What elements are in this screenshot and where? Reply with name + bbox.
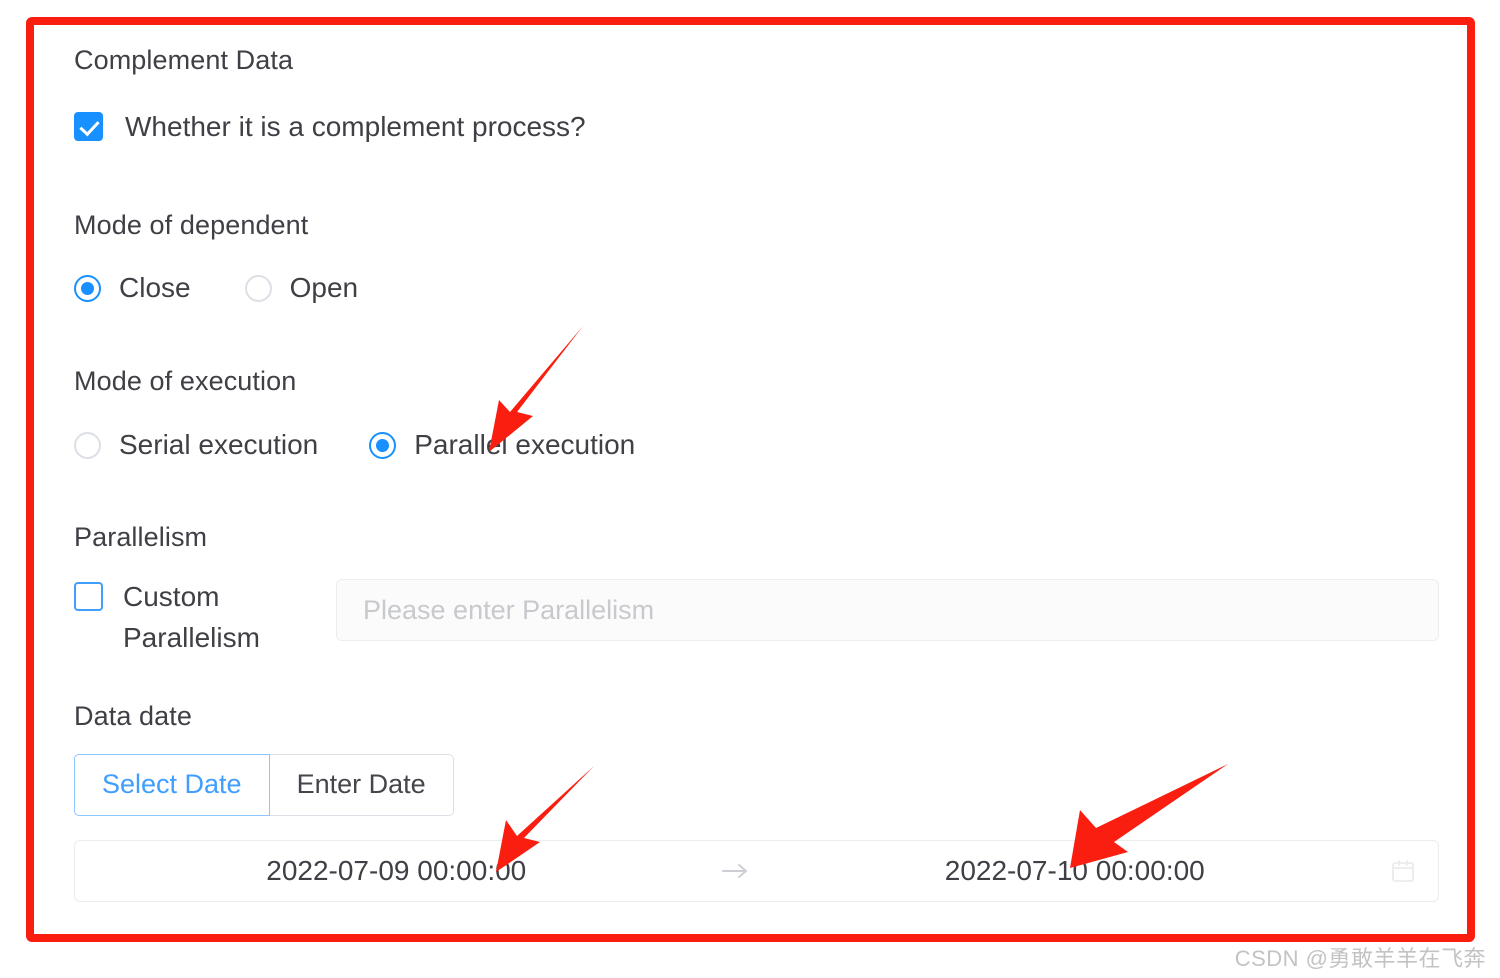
complement-process-label: Whether it is a complement process?	[125, 111, 586, 142]
parallelism-label: Parallelism	[74, 522, 208, 553]
tab-enter-date[interactable]: Enter Date	[269, 753, 454, 816]
date-range-start-value[interactable]: 2022-07-09 00:00:00	[85, 855, 708, 887]
page-title: Complement Data	[74, 45, 294, 75]
radio-dependent-open[interactable]: Open	[244, 272, 359, 304]
date-range-separator-icon	[708, 862, 764, 880]
radio-serial-execution[interactable]: Serial execution	[74, 429, 318, 461]
parallelism-input-placeholder: Please enter Parallelism	[363, 594, 655, 625]
complement-data-panel: Complement Data Whether it is a compleme…	[34, 25, 1467, 934]
screenshot-root: Complement Data Whether it is a compleme…	[0, 0, 1500, 978]
watermark: CSDN @勇敢羊羊在飞奔	[1234, 946, 1486, 971]
mode-of-execution-radio-group[interactable]: Serial execution Parallel execution	[74, 429, 1439, 461]
radio-label-parallel-execution: Parallel execution	[414, 429, 636, 461]
date-range-picker[interactable]: 2022-07-09 00:00:00 2022-07-10 00:00:00	[74, 839, 1439, 902]
radio-parallel-execution[interactable]: Parallel execution	[369, 429, 635, 461]
radio-dot-parallel-execution[interactable]	[369, 431, 397, 459]
parallelism-row: Custom Parallelism Please enter Parallel…	[74, 577, 1439, 658]
data-date-label: Data date	[74, 700, 192, 731]
radio-dot-serial-execution[interactable]	[74, 431, 101, 459]
radio-label-close: Close	[119, 272, 191, 304]
complement-process-checkbox[interactable]	[74, 112, 103, 142]
custom-parallelism-label: Custom Parallelism	[123, 581, 260, 653]
complement-process-checkbox-row[interactable]: Whether it is a complement process?	[74, 111, 1439, 142]
radio-dot-open[interactable]	[244, 274, 272, 302]
mode-of-dependent-radio-group[interactable]: Close Open	[74, 272, 1439, 304]
mode-of-dependent-label: Mode of dependent	[74, 210, 309, 241]
radio-label-serial-execution: Serial execution	[119, 429, 319, 461]
data-date-tab-group[interactable]: Select Date Enter Date	[74, 753, 1439, 816]
parallelism-input[interactable]: Please enter Parallelism	[336, 579, 1439, 642]
radio-dot-close[interactable]	[74, 274, 101, 302]
radio-label-open: Open	[289, 272, 359, 304]
tab-select-date[interactable]: Select Date	[74, 753, 270, 816]
radio-dependent-close[interactable]: Close	[74, 272, 191, 304]
date-range-end-value[interactable]: 2022-07-10 00:00:00	[764, 855, 1387, 887]
calendar-icon[interactable]	[1386, 858, 1420, 884]
custom-parallelism-checkbox[interactable]	[74, 582, 103, 612]
custom-parallelism-checkbox-row[interactable]: Custom Parallelism	[74, 577, 336, 658]
mode-of-execution-label: Mode of execution	[74, 366, 297, 397]
